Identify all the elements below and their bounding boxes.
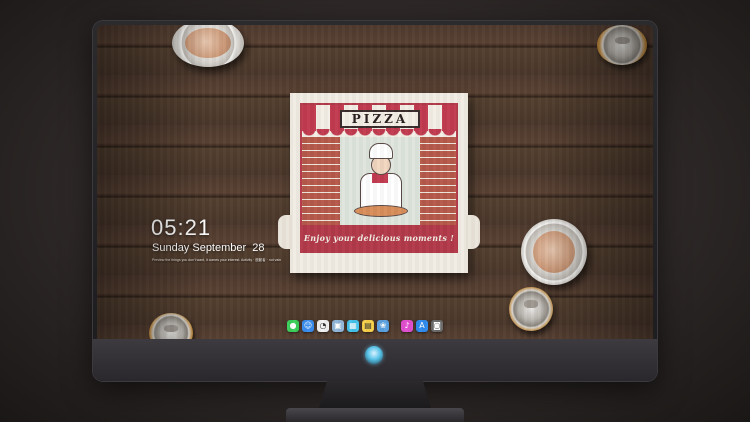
can-tab [164,325,178,333]
brick-wall-left [302,137,340,227]
cup-right [521,219,587,285]
lockscreen-quote: Preview the things you don't want, it co… [152,258,282,262]
monitor-stand-base [286,408,464,422]
can-tab [614,37,630,45]
clock-icon[interactable]: ◔ [317,320,329,332]
pizza-banner: Enjoy your delicious moments ! [302,225,456,251]
can-bottom-left [149,313,193,341]
photos-icon[interactable]: ❀ [377,320,389,332]
dock: ● ☺ ◔ ▣ ▦ ▤ ❀ ♪ A ◙ [287,318,443,334]
notes-icon[interactable]: ▤ [362,320,374,332]
can-bottom-right [509,287,553,331]
camera-icon[interactable]: ◙ [431,320,443,332]
chef-window [340,137,420,227]
monitor-stand [318,381,432,411]
lockscreen-date: Sunday September 28 [152,242,265,254]
can-tab [524,300,538,309]
cup-top [172,25,244,67]
pizza-sign: PIZZA [340,110,420,128]
pizza-box-art: PIZZA Enjoy your delicious moments ! [300,103,458,253]
chef-hat [369,143,393,159]
monitor-chin [93,339,657,381]
cup-liquid [532,230,576,274]
box-flap-left [278,215,292,249]
brand-logo-icon [365,346,383,364]
clapper-icon[interactable]: ▦ [347,320,359,332]
app-store-icon[interactable]: A [416,320,428,332]
dock-group-apps: ● ☺ ◔ ▣ ▦ ▤ ❀ [287,320,389,332]
lockscreen-time: 05:21 [151,215,212,240]
preview-icon[interactable]: ▣ [332,320,344,332]
music-icon[interactable]: ♪ [401,320,413,332]
dock-group-media: ♪ A ◙ [401,320,443,332]
monitor: PIZZA Enjoy your delicious moments ! 05:… [93,21,657,381]
brick-wall-right [418,137,456,227]
pizza-box: PIZZA Enjoy your delicious moments ! [278,93,480,273]
cup-liquid [184,27,232,59]
screen: PIZZA Enjoy your delicious moments ! 05:… [97,25,653,341]
box-flap-right [466,215,480,249]
finder-icon[interactable]: ☺ [302,320,314,332]
awning-scallop [302,129,456,137]
can-top-right [597,25,647,65]
messages-icon[interactable]: ● [287,320,299,332]
pizza-dish [354,205,408,217]
